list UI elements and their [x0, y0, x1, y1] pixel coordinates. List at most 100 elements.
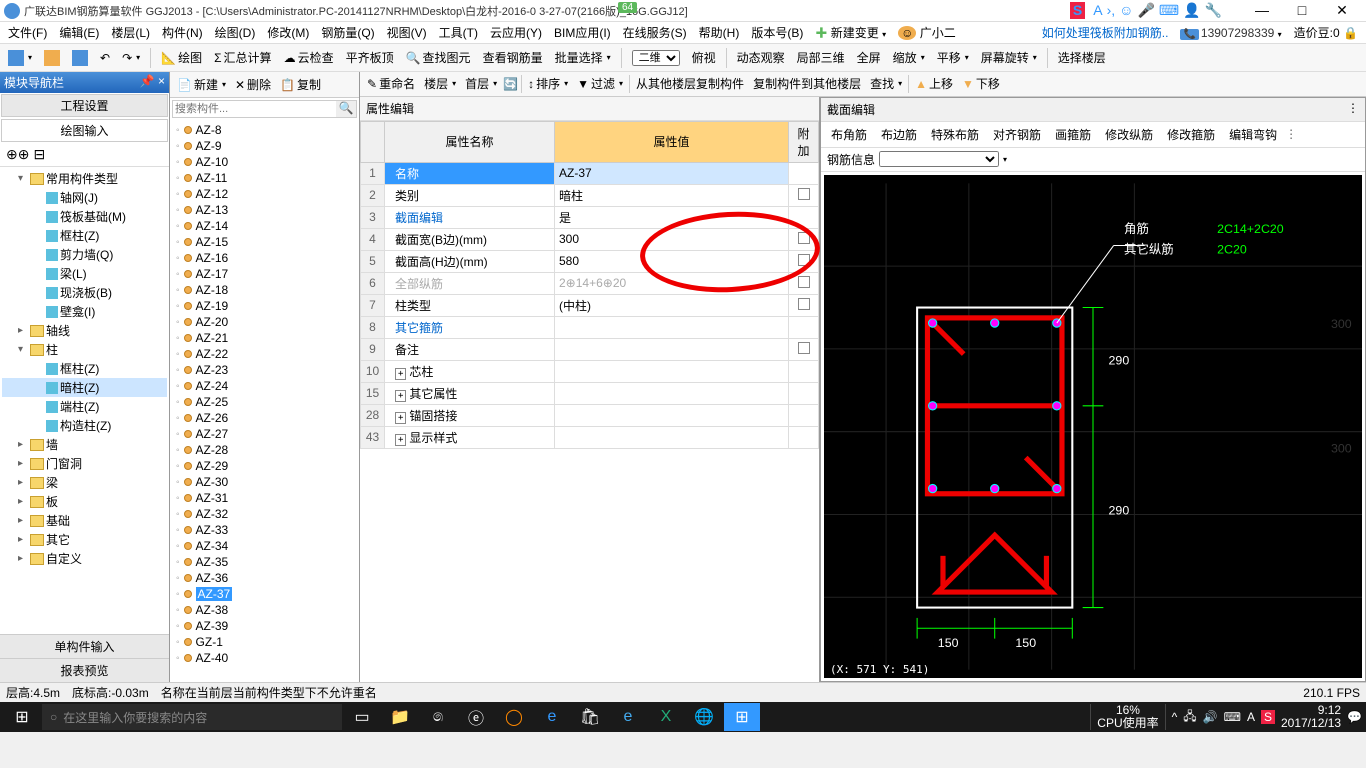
checkbox-icon[interactable] — [798, 276, 810, 288]
prop-value[interactable] — [555, 426, 789, 448]
property-row[interactable]: 43+显示样式 — [361, 426, 819, 448]
prop-extra[interactable] — [789, 382, 819, 404]
section-tab[interactable]: 对齐钢筋 — [987, 124, 1047, 145]
menu-item[interactable]: 工具(T) — [433, 24, 484, 42]
menu-item[interactable]: 帮助(H) — [693, 24, 746, 42]
expand-icon[interactable]: ▸ — [18, 325, 30, 336]
sum-button[interactable]: Σ 汇总计算 — [210, 47, 275, 68]
prop-value[interactable] — [555, 382, 789, 404]
phone-label[interactable]: 📞13907298339 ▾ — [1174, 24, 1287, 42]
prop-value[interactable]: 580 — [555, 250, 789, 272]
section-tab[interactable]: 修改箍筋 — [1161, 124, 1221, 145]
pin-icon[interactable]: 📌 × — [140, 74, 165, 91]
prop-extra[interactable] — [789, 338, 819, 360]
prop-value[interactable]: 暗柱 — [555, 184, 789, 206]
tree-item[interactable]: 框柱(Z) — [2, 359, 167, 378]
zoom-button[interactable]: 缩放 — [889, 47, 929, 68]
tree-item[interactable]: 现浇板(B) — [2, 283, 167, 302]
tree-item[interactable]: 构造柱(Z) — [2, 416, 167, 435]
section-tab[interactable]: 编辑弯钩 — [1223, 124, 1283, 145]
app-icon-1[interactable]: ෧ — [420, 703, 456, 731]
first-floor-dropdown[interactable]: 首层 — [462, 74, 500, 93]
delete-button[interactable]: ✕删除 — [232, 75, 274, 94]
tree-item[interactable]: 框柱(Z) — [2, 226, 167, 245]
checkbox-icon[interactable] — [798, 254, 810, 266]
list-item[interactable]: ◦AZ-31 — [174, 490, 355, 506]
expand-icon[interactable]: ▸ — [18, 496, 30, 507]
menu-item[interactable]: 钢筋量(Q) — [315, 24, 380, 42]
cpu-meter[interactable]: 16% CPU使用率 — [1090, 704, 1165, 730]
expand-icon[interactable]: + — [395, 368, 406, 380]
user-button[interactable]: ☺ 广小二 — [892, 22, 962, 43]
new-file-button[interactable] — [4, 48, 36, 68]
list-item[interactable]: ◦AZ-10 — [174, 154, 355, 170]
tab-single-input[interactable]: 单构件输入 — [0, 634, 169, 658]
list-item[interactable]: ◦AZ-18 — [174, 282, 355, 298]
expand-all-icon[interactable]: ⊕⊕ — [6, 146, 29, 163]
view-rebar-button[interactable]: 查看钢筋量 — [479, 47, 547, 68]
edge2-icon[interactable]: e — [534, 703, 570, 731]
list-item[interactable]: ◦AZ-40 — [174, 650, 355, 666]
filter-button[interactable]: ▼过滤 — [574, 74, 626, 93]
expand-icon[interactable]: ▸ — [18, 477, 30, 488]
start-button[interactable]: ⊞ — [4, 703, 40, 731]
more-icon[interactable]: ⋮ — [1285, 127, 1297, 141]
property-row[interactable]: 2类别暗柱 — [361, 184, 819, 206]
rebar-info-select[interactable] — [879, 151, 999, 167]
ime-mic-icon[interactable]: 🎤 — [1137, 2, 1154, 19]
list-item[interactable]: ◦AZ-13 — [174, 202, 355, 218]
list-item[interactable]: ◦AZ-24 — [174, 378, 355, 394]
expand-icon[interactable]: ▸ — [18, 515, 30, 526]
property-row[interactable]: 28+锚固搭接 — [361, 404, 819, 426]
list-item[interactable]: ◦AZ-17 — [174, 266, 355, 282]
property-row[interactable]: 4截面宽(B边)(mm)300 — [361, 228, 819, 250]
tree-item[interactable]: 剪力墙(Q) — [2, 245, 167, 264]
tab-project-settings[interactable]: 工程设置 — [1, 94, 168, 117]
menu-item[interactable]: 在线服务(S) — [617, 24, 693, 42]
expand-icon[interactable]: ▾ — [18, 344, 30, 355]
network-icon[interactable]: 🖧 — [1183, 707, 1196, 728]
view-2d-dropdown[interactable]: 二维 — [628, 48, 684, 68]
sogou-icon[interactable]: S — [1070, 2, 1085, 19]
prop-value[interactable]: 2⊕14+6⊕20 — [555, 272, 789, 294]
ie-icon[interactable]: e — [610, 703, 646, 731]
maximize-button[interactable]: □ — [1282, 2, 1322, 20]
property-row[interactable]: 1名称AZ-37 — [361, 162, 819, 184]
browser-icon[interactable]: 🌐 — [686, 703, 722, 731]
ime-punct-icon[interactable]: ›, — [1107, 2, 1116, 19]
new-change-button[interactable]: ✚ 新建变更 ▾ — [809, 22, 892, 43]
view-2d-select[interactable]: 二维 — [632, 50, 680, 66]
ime-tool-icon[interactable]: 🔧 — [1205, 2, 1222, 19]
prop-value[interactable]: 是 — [555, 206, 789, 228]
ime-key-icon[interactable]: ⌨ — [1159, 2, 1179, 19]
tray-up-icon[interactable]: ^ — [1172, 710, 1178, 724]
search-icon[interactable]: 🔍 — [336, 101, 356, 117]
tab-draw-input[interactable]: 绘图输入 — [1, 119, 168, 142]
menu-item[interactable]: 视图(V) — [381, 24, 433, 42]
property-row[interactable]: 5截面高(H边)(mm)580 — [361, 250, 819, 272]
prop-value[interactable]: 300 — [555, 228, 789, 250]
expand-icon[interactable]: ▸ — [18, 553, 30, 564]
explorer-icon[interactable]: 📁 — [382, 703, 418, 731]
prop-value[interactable]: AZ-37 — [555, 162, 789, 184]
floor-dropdown[interactable]: 楼层 — [421, 74, 459, 93]
tree-item[interactable]: ▾柱 — [2, 340, 167, 359]
expand-icon[interactable]: ▾ — [18, 173, 30, 184]
tree-item[interactable]: ▾常用构件类型 — [2, 169, 167, 188]
list-item[interactable]: ◦AZ-35 — [174, 554, 355, 570]
ime-person-icon[interactable]: 👤 — [1183, 2, 1200, 19]
prop-extra[interactable] — [789, 228, 819, 250]
tree-item[interactable]: 壁龛(I) — [2, 302, 167, 321]
menu-item[interactable]: 修改(M) — [261, 24, 315, 42]
tree-item[interactable]: ▸门窗洞 — [2, 454, 167, 473]
menu-item[interactable]: 云应用(Y) — [484, 24, 548, 42]
section-canvas[interactable]: 角筋 其它纵筋 2C14+2C20 2C20 290 290 150 150 3… — [824, 175, 1362, 678]
list-item[interactable]: ◦GZ-1 — [174, 634, 355, 650]
list-item[interactable]: ◦AZ-30 — [174, 474, 355, 490]
tree-item[interactable]: ▸梁 — [2, 473, 167, 492]
checkbox-icon[interactable] — [798, 298, 810, 310]
volume-icon[interactable]: 🔊 — [1203, 710, 1218, 724]
tab-report-preview[interactable]: 报表预览 — [0, 658, 169, 682]
section-tab[interactable]: 画箍筋 — [1049, 124, 1097, 145]
excel-icon[interactable]: X — [648, 703, 684, 731]
